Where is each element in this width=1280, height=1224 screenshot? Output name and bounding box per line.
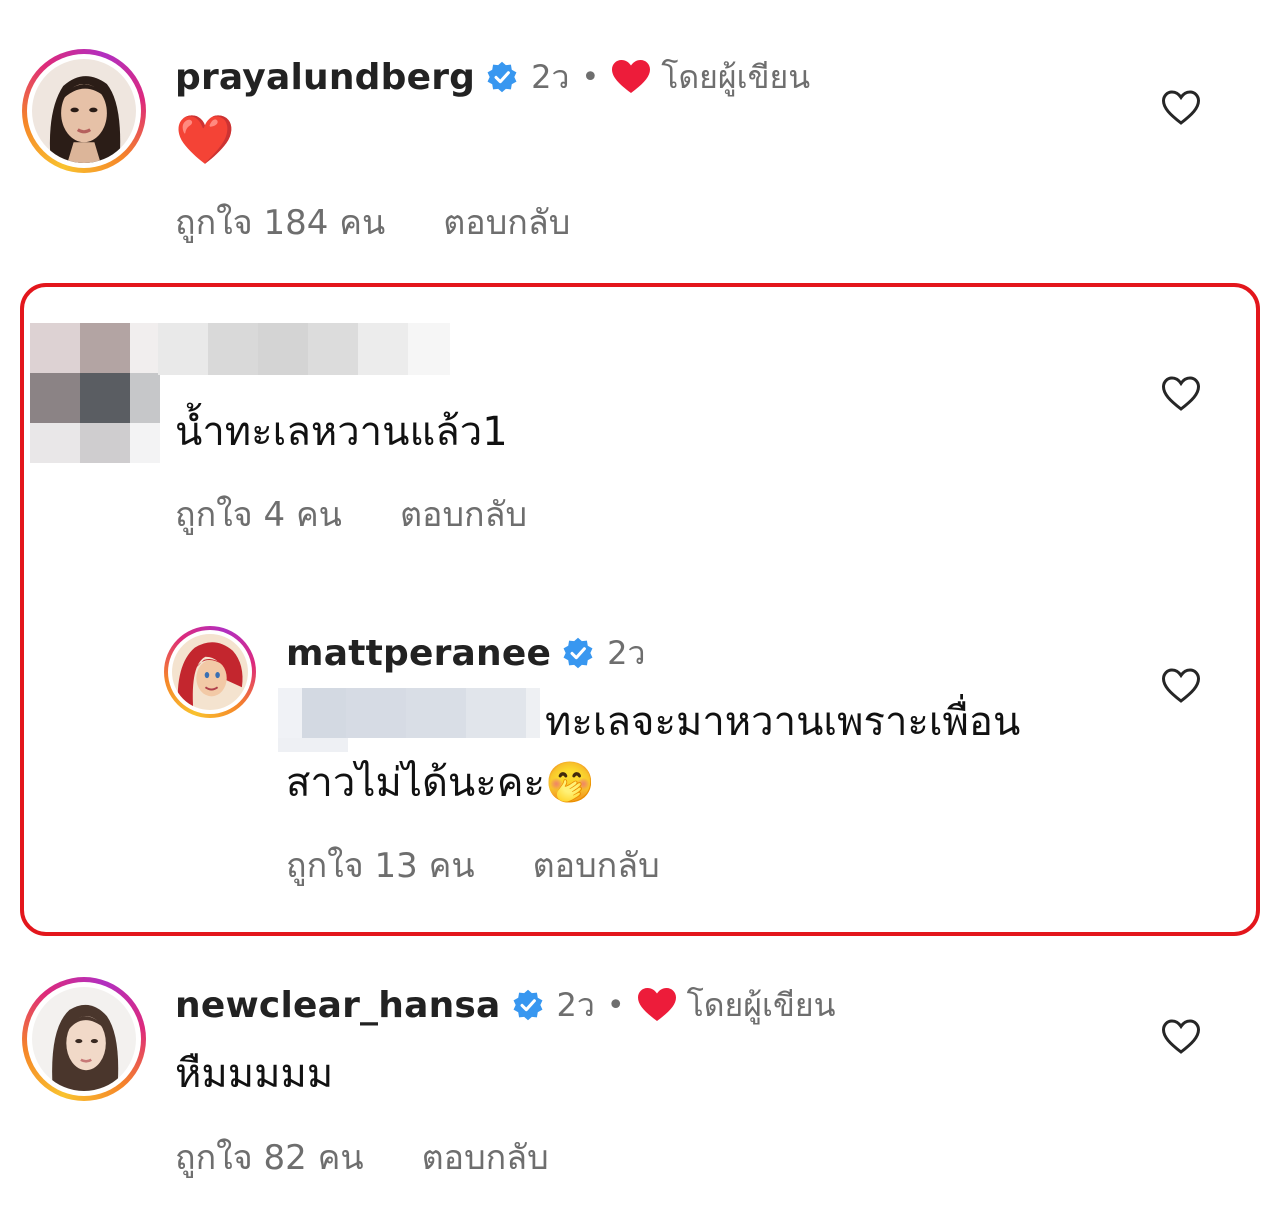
comment-text: น้ำทะเลหวานแล้ว1	[175, 409, 508, 455]
likes-count[interactable]: ถูกใจ 82 คน	[175, 1130, 364, 1178]
comment-actions: ถูกใจ 82 คน ตอบกลับ	[175, 1130, 549, 1178]
portrait-image	[32, 987, 136, 1091]
comment-header: prayalundberg 2ว • โดยผู้เขียน	[175, 52, 810, 102]
comment-text: หืมมมมม	[175, 1051, 334, 1097]
reply-text-line1: ทะเลจะมาหวานเพราะเพื่อน	[545, 699, 1021, 745]
comment-actions: ถูกใจ 4 คน ตอบกลับ	[175, 487, 527, 535]
reply-text-line2: สาวไม่ได้นะคะ🤭	[286, 760, 595, 806]
verified-badge-icon	[513, 989, 542, 1021]
likes-count[interactable]: ถูกใจ 4 คน	[175, 487, 342, 535]
verified-badge-icon	[487, 61, 517, 93]
blurred-mention	[278, 688, 540, 752]
portrait-image	[32, 59, 136, 163]
cartoon-avatar-image	[172, 634, 248, 710]
verified-badge-icon	[563, 637, 593, 669]
reply-actions: ถูกใจ 13 คน ตอบกลับ	[286, 838, 660, 886]
avatar-prayalundberg[interactable]	[22, 49, 146, 173]
comment-text: ❤️	[175, 112, 235, 168]
comment-header: newclear_hansa 2ว • โดยผู้เขียน	[175, 980, 835, 1030]
blurred-username	[158, 323, 450, 375]
reply-header: mattperanee 2ว	[286, 628, 645, 678]
avatar-newclear-hansa[interactable]	[22, 977, 146, 1101]
likes-count[interactable]: ถูกใจ 184 คน	[175, 195, 385, 243]
like-heart-icon[interactable]	[1161, 376, 1201, 412]
blurred-avatar	[30, 323, 160, 463]
like-heart-icon[interactable]	[1161, 668, 1201, 704]
username[interactable]: mattperanee	[286, 633, 551, 674]
avatar-mattperanee[interactable]	[164, 626, 256, 718]
username[interactable]: newclear_hansa	[175, 985, 501, 1026]
username[interactable]: prayalundberg	[175, 57, 475, 98]
timestamp: 2ว	[556, 985, 595, 1024]
reply-button[interactable]: ตอบกลับ	[533, 838, 660, 886]
liked-by-author-heart-icon	[612, 60, 651, 93]
comment-actions: ถูกใจ 184 คน ตอบกลับ	[175, 195, 570, 243]
separator-dot: •	[606, 987, 625, 1023]
liked-by-author-heart-icon	[637, 988, 676, 1021]
reply-button[interactable]: ตอบกลับ	[422, 1130, 549, 1178]
separator-dot: •	[581, 59, 600, 95]
liked-by-author-label: โดยผู้เขียน	[661, 57, 811, 96]
like-heart-icon[interactable]	[1161, 90, 1201, 126]
reply-button[interactable]: ตอบกลับ	[400, 487, 527, 535]
reply-button[interactable]: ตอบกลับ	[443, 195, 570, 243]
timestamp: 2ว	[607, 633, 646, 672]
likes-count[interactable]: ถูกใจ 13 คน	[286, 838, 475, 886]
liked-by-author-label: โดยผู้เขียน	[686, 985, 836, 1024]
like-heart-icon[interactable]	[1161, 1019, 1201, 1055]
timestamp: 2ว	[531, 57, 570, 96]
